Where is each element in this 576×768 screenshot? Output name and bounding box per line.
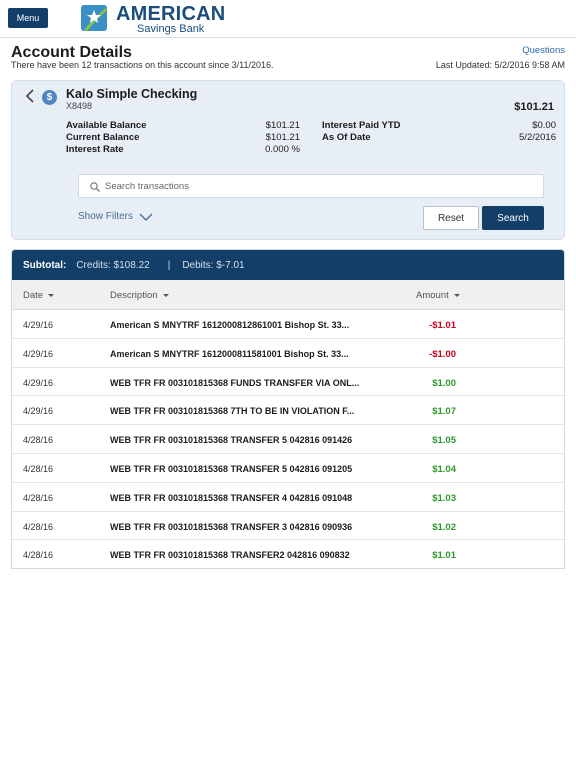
table-row[interactable]: 4/28/16 WEB TFR FR 003101815368 TRANSFER… (12, 540, 564, 568)
transaction-description: WEB TFR FR 003101815368 TRANSFER 5 04281… (110, 463, 353, 474)
transaction-description: WEB TFR FR 003101815368 FUNDS TRANSFER V… (110, 377, 360, 388)
sort-caret-icon (48, 294, 55, 297)
table-row[interactable]: 4/28/16 WEB TFR FR 003101815368 TRANSFER… (12, 483, 564, 512)
show-filters-toggle[interactable]: Show Filters (78, 211, 153, 222)
credits-total: Credits: $108.22 (76, 259, 150, 271)
available-balance-label: Available Balance (66, 120, 147, 131)
bank-logo[interactable]: AMERICAN Savings Bank (80, 3, 225, 35)
transaction-date: 4/28/16 (23, 463, 54, 474)
transaction-date: 4/28/16 (23, 521, 54, 532)
transaction-date: 4/28/16 (23, 550, 54, 561)
transaction-amount: $1.01 (432, 550, 456, 562)
interest-paid-ytd-label: Interest Paid YTD (322, 120, 401, 131)
dollar-icon: $ (42, 90, 57, 105)
amount-header-label: Amount (416, 290, 449, 301)
reset-button[interactable]: Reset (423, 206, 479, 230)
logo-subtitle: Savings Bank (137, 22, 205, 35)
logo-star-icon (80, 4, 110, 34)
last-updated-text: Last Updated: 5/2/2016 9:58 AM (435, 60, 565, 70)
date-header-label: Date (23, 290, 44, 301)
transaction-amount: $1.05 (432, 435, 456, 447)
search-button[interactable]: Search (482, 206, 544, 230)
table-row[interactable]: 4/28/16 WEB TFR FR 003101815368 TRANSFER… (12, 512, 564, 541)
interest-rate-value: 0.000 % (265, 144, 300, 155)
transaction-amount: -$1.01 (429, 320, 456, 331)
account-total-balance: $101.21 (514, 101, 554, 113)
transaction-date: 4/29/16 (23, 406, 54, 417)
transaction-date: 4/29/16 (23, 348, 54, 359)
transaction-description: WEB TFR FR 003101815368 TRANSFER 4 04281… (110, 492, 353, 503)
back-chevron-icon[interactable] (24, 89, 38, 103)
transaction-description: WEB TFR FR 003101815368 TRANSFER 5 04281… (110, 435, 353, 446)
transaction-date: 4/29/16 (23, 320, 54, 330)
sort-caret-icon (453, 294, 460, 297)
description-header-label: Description (110, 290, 158, 301)
transactions-table: Subtotal: Credits: $108.22 | Debits: $-7… (11, 249, 565, 569)
as-of-date-value: 5/2/2016 (519, 132, 556, 143)
chevron-down-icon (139, 212, 153, 222)
subtotal-separator: | (167, 259, 171, 271)
table-row[interactable]: 4/29/16 WEB TFR FR 003101815368 7TH TO B… (12, 396, 564, 426)
table-row[interactable]: 4/29/16 American S MNYTRF 16120008128610… (12, 310, 564, 339)
transaction-amount: $1.03 (432, 492, 456, 504)
account-summary-panel: $ Kalo Simple Checking X8498 $101.21 Ava… (11, 80, 565, 240)
transaction-amount: $1.00 (432, 377, 456, 389)
transaction-date: 4/28/16 (23, 492, 54, 503)
transaction-description: American S MNYTRF 1612000812861001 Bisho… (110, 320, 350, 330)
current-balance-label: Current Balance (66, 132, 140, 143)
transaction-count-text: There have been 12 transactions on this … (11, 60, 274, 70)
amount-column-header[interactable]: Amount (416, 290, 460, 301)
account-number: X8498 (66, 101, 93, 111)
transaction-amount: $1.02 (432, 521, 456, 533)
logo-name: AMERICAN (116, 2, 226, 25)
subtotal-bar: Subtotal: Credits: $108.22 | Debits: $-7… (12, 250, 564, 280)
menu-button[interactable]: Menu (8, 8, 48, 28)
table-header: Date Description Amount (12, 280, 564, 310)
transaction-description: American S MNYTRF 1612000811581001 Bisho… (110, 348, 349, 359)
transaction-date: 4/29/16 (23, 377, 54, 388)
transaction-description: WEB TFR FR 003101815368 TRANSFER 3 04281… (110, 521, 353, 532)
debits-total: Debits: $-7.01 (182, 259, 245, 271)
table-row[interactable]: 4/28/16 WEB TFR FR 003101815368 TRANSFER… (12, 425, 564, 454)
transaction-description: WEB TFR FR 003101815368 7TH TO BE IN VIO… (110, 406, 355, 417)
interest-paid-ytd-value: $0.00 (532, 120, 556, 131)
questions-link[interactable]: Questions (522, 45, 565, 56)
account-name: Kalo Simple Checking (66, 87, 198, 101)
top-bar: Menu AMERICAN Savings Bank (0, 0, 576, 38)
search-icon (89, 180, 101, 192)
show-filters-label: Show Filters (78, 211, 134, 222)
sort-caret-icon (162, 294, 169, 297)
as-of-date-label: As Of Date (322, 132, 371, 143)
table-row[interactable]: 4/29/16 WEB TFR FR 003101815368 FUNDS TR… (12, 368, 564, 397)
date-column-header[interactable]: Date (23, 290, 55, 301)
search-input[interactable] (105, 180, 525, 192)
transaction-amount: $1.07 (432, 406, 456, 418)
table-row[interactable]: 4/29/16 American S MNYTRF 16120008115810… (12, 339, 564, 368)
transaction-amount: -$1.00 (429, 348, 456, 360)
search-field[interactable] (78, 174, 544, 198)
available-balance-value: $101.21 (265, 120, 300, 131)
subtotal-label: Subtotal: (23, 259, 67, 271)
transaction-description: WEB TFR FR 003101815368 TRANSFER2 042816… (110, 550, 350, 561)
description-column-header[interactable]: Description (110, 290, 169, 301)
table-row[interactable]: 4/28/16 WEB TFR FR 003101815368 TRANSFER… (12, 454, 564, 483)
current-balance-value: $101.21 (265, 132, 300, 143)
transaction-date: 4/28/16 (23, 435, 54, 446)
transaction-amount: $1.04 (432, 463, 456, 475)
interest-rate-label: Interest Rate (66, 144, 124, 155)
